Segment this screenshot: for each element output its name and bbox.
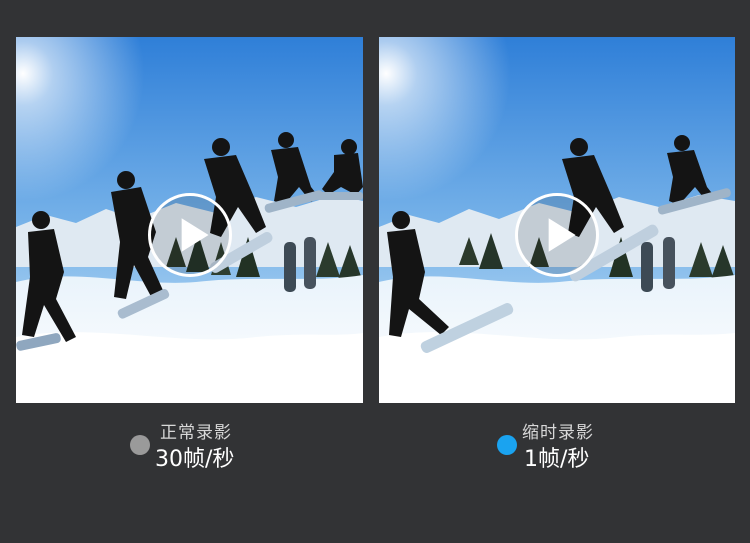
play-button[interactable]: [515, 192, 599, 277]
timelapse-video-panel[interactable]: [379, 37, 735, 403]
timelapse-recording-indicator: [497, 435, 517, 455]
normal-recording-indicator: [130, 435, 150, 455]
play-button[interactable]: [147, 192, 232, 277]
caption-frame-rate: 30帧/秒: [155, 447, 235, 472]
caption-title: 正常录影: [160, 423, 232, 443]
normal-video-panel[interactable]: [16, 37, 363, 403]
caption-frame-rate: 1帧/秒: [524, 447, 590, 472]
play-icon: [548, 217, 576, 252]
play-icon: [181, 217, 209, 252]
caption-title: 缩时录影: [522, 423, 594, 443]
